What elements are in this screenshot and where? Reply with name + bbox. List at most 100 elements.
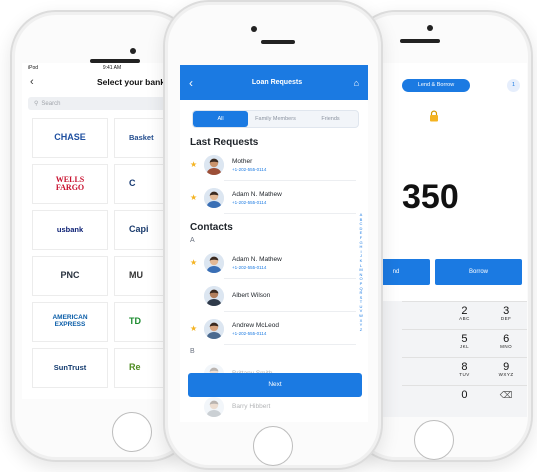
- contact-row[interactable]: ★ Mother +1-202-555-0114: [180, 148, 368, 181]
- key-blank[interactable]: [402, 386, 444, 413]
- bank-tile[interactable]: SunTrust: [32, 348, 108, 388]
- loan-requests-screen: ‹ Loan Requests ⌂ All Family Members Frien…: [180, 65, 368, 422]
- next-button[interactable]: Next: [188, 373, 362, 397]
- bank-label: Re: [129, 362, 141, 373]
- contact-phone: +1-202-555-0114: [232, 264, 267, 270]
- home-button[interactable]: [253, 426, 293, 466]
- star-icon: ★: [190, 258, 198, 267]
- contact-phone: +1-202-555-0114: [232, 166, 267, 172]
- key-digit: 0: [461, 389, 468, 401]
- alphabet-index[interactable]: ABCDEFGHIJKLMNOPQRSTUVWXYZ: [358, 212, 364, 333]
- bank-tile[interactable]: WELLS FARGO: [32, 164, 108, 204]
- key-letters: JKL: [459, 344, 470, 349]
- contact-row[interactable]: ★ Adam N. Mathew +1-202-555-0114: [180, 181, 368, 214]
- key-3[interactable]: 3 DEF: [485, 302, 527, 329]
- bank-label: usbank: [56, 225, 84, 235]
- backspace-key[interactable]: ⌫: [485, 386, 527, 413]
- contact-row[interactable]: ★ Andrew McLeod +1-202-555-0114: [180, 312, 368, 345]
- contact-name: Mother: [232, 157, 253, 165]
- bank-label: CHASE: [54, 132, 86, 143]
- key-letters: ABC: [459, 316, 470, 321]
- section-letter-a: A: [190, 237, 195, 244]
- star-icon: ★: [190, 324, 198, 333]
- search-placeholder: Search: [41, 100, 61, 107]
- lend-borrow-tab[interactable]: Lend & Borrow: [402, 79, 470, 92]
- contact-info: Andrew McLeod +1-202-555-0114: [232, 322, 279, 336]
- time-label: 9:41 AM: [102, 65, 122, 71]
- bank-label: MU: [129, 270, 143, 281]
- keypad-row: 0 ⌫: [402, 385, 527, 413]
- contact-name: Adam N. Mathew: [232, 255, 282, 263]
- bank-icon[interactable]: ⌂: [345, 78, 359, 88]
- bank-label: Capi: [129, 224, 149, 235]
- key-0[interactable]: 0: [444, 386, 486, 413]
- contact-name: Adam N. Mathew: [232, 190, 282, 198]
- contact-phone: +1-202-555-0114: [232, 330, 267, 336]
- avatar: [204, 396, 224, 417]
- last-requests-list: ★ Mother +1-202-555-0114 ★ Adam N. Mathew +1-…: [180, 148, 368, 214]
- speaker: [261, 40, 295, 44]
- key-blank[interactable]: [402, 330, 444, 357]
- contact-name: Andrew McLeod: [232, 321, 279, 329]
- star-icon: ★: [190, 193, 198, 202]
- contact-name: Albert Wilson: [232, 292, 271, 299]
- key-5[interactable]: 5 JKL: [444, 330, 486, 357]
- contact-row[interactable]: ★ Adam N. Mathew +1-202-555-0114: [180, 246, 368, 279]
- index-letter[interactable]: Z: [358, 327, 364, 333]
- tab-friends[interactable]: Friends: [303, 111, 358, 127]
- back-icon[interactable]: ‹: [30, 76, 48, 88]
- home-button[interactable]: [112, 412, 152, 452]
- contact-info: Mother +1-202-555-0114: [232, 158, 266, 172]
- bank-tile[interactable]: PNC: [32, 256, 108, 296]
- key-6[interactable]: 6 MNO: [485, 330, 527, 357]
- back-icon[interactable]: ‹: [189, 76, 209, 90]
- key-blank[interactable]: [402, 358, 444, 385]
- bank-label: Basket: [129, 133, 154, 143]
- keypad-row: 5 JKL 6 MNO: [402, 329, 527, 357]
- amount-display: 350: [402, 178, 459, 216]
- keypad-row: 2 ABC 3 DEF: [402, 301, 527, 329]
- contact-row[interactable]: Albert Wilson: [180, 279, 368, 312]
- avatar: [204, 154, 224, 175]
- carrier-label: iPod: [28, 65, 39, 71]
- bank-tile[interactable]: CHASE: [32, 118, 108, 158]
- search-icon: ⚲: [34, 101, 39, 107]
- home-button[interactable]: [414, 420, 454, 460]
- camera-dot: [130, 48, 136, 54]
- bank-label: PNC: [60, 270, 80, 281]
- key-letters: MNO: [500, 344, 513, 349]
- key-9[interactable]: 9 WXYZ: [485, 358, 527, 385]
- last-requests-heading: Last Requests: [190, 137, 259, 148]
- contact-info: Adam N. Mathew +1-202-555-0114: [232, 256, 282, 270]
- speaker: [400, 39, 440, 43]
- bank-label: WELLS FARGO: [55, 174, 85, 192]
- bank-tile[interactable]: AMERICAN EXPRESS: [32, 302, 108, 342]
- avatar: [204, 285, 224, 306]
- contact-name: Barry Hibbert: [232, 403, 271, 410]
- key-letters: DEF: [500, 316, 512, 321]
- key-8[interactable]: 8 TUV: [444, 358, 486, 385]
- star-icon: ★: [190, 160, 198, 169]
- bank-label: TD: [129, 316, 141, 327]
- contacts-heading: Contacts: [190, 222, 233, 233]
- contact-info: Barry Hibbert: [232, 403, 270, 410]
- contact-info: Albert Wilson: [232, 292, 270, 299]
- camera-dot: [251, 26, 257, 32]
- row-divider: [224, 344, 356, 345]
- keypad-row: 8 TUV 9 WXYZ: [402, 357, 527, 385]
- key-letters: TUV: [459, 372, 470, 377]
- tab-family-members[interactable]: Family Members: [248, 111, 303, 127]
- avatar: [204, 187, 224, 208]
- bank-tile[interactable]: usbank: [32, 210, 108, 250]
- nav-bar: ‹ Loan Requests ⌂: [180, 65, 368, 100]
- key-blank[interactable]: [402, 302, 444, 329]
- camera-dot: [427, 25, 433, 31]
- backspace-icon: ⌫: [499, 390, 513, 400]
- key-letters: WXYZ: [498, 372, 514, 377]
- borrow-button[interactable]: Borrow: [435, 259, 522, 285]
- contacts-list-a: ★ Adam N. Mathew +1-202-555-0114 Albert Wil…: [180, 246, 368, 345]
- tab-all[interactable]: All: [193, 111, 248, 127]
- avatar: [204, 252, 224, 273]
- key-2[interactable]: 2 ABC: [444, 302, 486, 329]
- notification-badge[interactable]: 1: [507, 79, 520, 92]
